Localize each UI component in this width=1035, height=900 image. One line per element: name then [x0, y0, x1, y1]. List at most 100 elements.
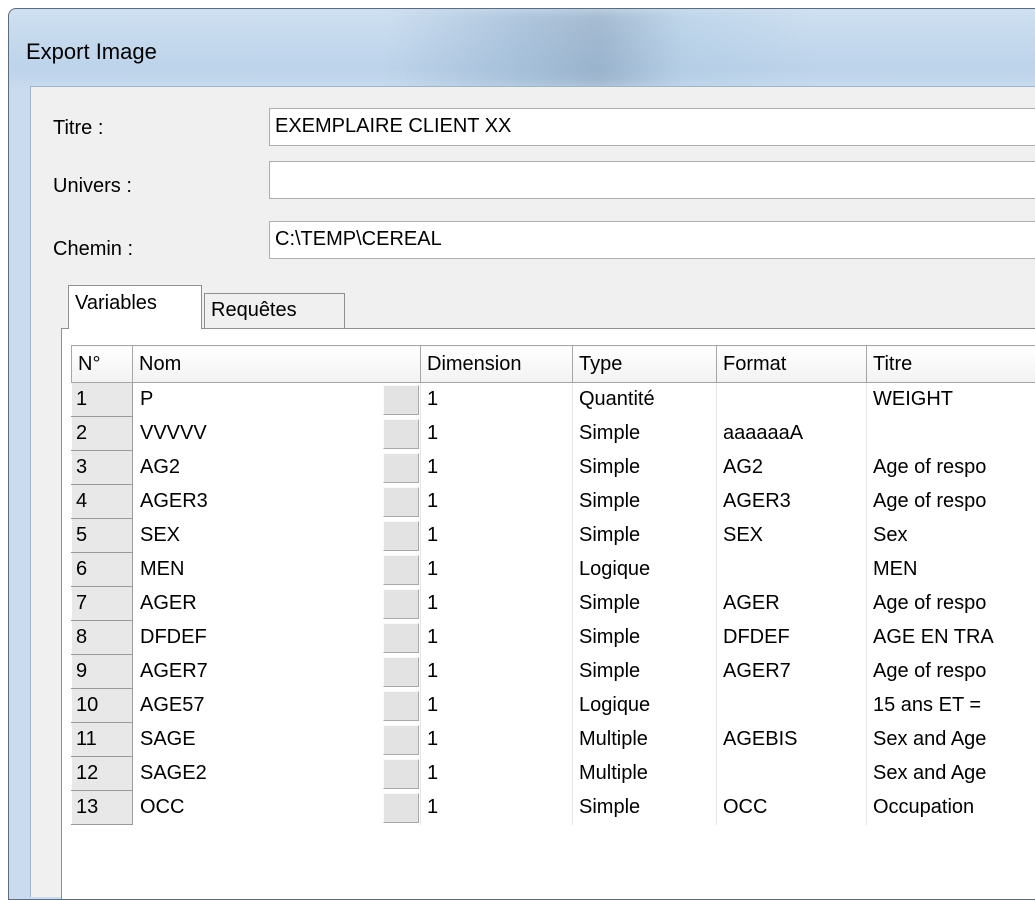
col-header-format[interactable]: Format [717, 346, 867, 383]
ellipsis-button[interactable] [383, 691, 419, 721]
dimension-cell[interactable]: 1 [421, 587, 573, 621]
row-number-cell[interactable]: 12 [72, 757, 133, 791]
dimension-cell[interactable]: 1 [421, 655, 573, 689]
type-cell[interactable]: Logique [573, 689, 717, 723]
row-number-cell[interactable]: 2 [72, 417, 133, 451]
row-number-cell[interactable]: 3 [72, 451, 133, 485]
table-row[interactable]: 8DFDEF1SimpleDFDEFAGE EN TRA [72, 621, 1035, 655]
nom-cell[interactable]: AGER7 [133, 655, 381, 689]
nom-cell[interactable]: VVVVV [133, 417, 381, 451]
row-number-cell[interactable]: 4 [72, 485, 133, 519]
titre-field[interactable]: EXEMPLAIRE CLIENT XX [269, 108, 1035, 146]
dimension-cell[interactable]: 1 [421, 689, 573, 723]
titre-cell[interactable]: Age of respo [867, 485, 1035, 519]
format-cell[interactable] [717, 689, 867, 723]
format-cell[interactable]: AG2 [717, 451, 867, 485]
table-row[interactable]: 13OCC1SimpleOCCOccupation [72, 791, 1035, 825]
table-row[interactable]: 10AGE57 1Logique 15 ans ET = [72, 689, 1035, 723]
table-row[interactable]: 6MEN1LogiqueMEN [72, 553, 1035, 587]
nom-cell[interactable]: SAGE [133, 723, 381, 757]
type-cell[interactable]: Simple [573, 791, 717, 825]
table-row[interactable]: 2VVVVV 1SimpleaaaaaaA [72, 417, 1035, 451]
dimension-cell[interactable]: 1 [421, 519, 573, 553]
type-cell[interactable]: Logique [573, 553, 717, 587]
univers-field[interactable] [269, 161, 1035, 199]
type-cell[interactable]: Simple [573, 587, 717, 621]
format-cell[interactable] [717, 383, 867, 417]
type-cell[interactable]: Simple [573, 621, 717, 655]
ellipsis-button[interactable] [383, 487, 419, 517]
table-row[interactable]: 9AGER71SimpleAGER7Age of respo [72, 655, 1035, 689]
nom-edit-button[interactable] [381, 519, 421, 553]
type-cell[interactable]: Simple [573, 485, 717, 519]
titre-cell[interactable]: MEN [867, 553, 1035, 587]
dimension-cell[interactable]: 1 [421, 723, 573, 757]
row-number-cell[interactable]: 5 [72, 519, 133, 553]
table-row[interactable]: 12SAGE21MultipleSex and Age [72, 757, 1035, 791]
tab-variables[interactable]: Variables [68, 285, 202, 329]
nom-edit-button[interactable] [381, 587, 421, 621]
titre-cell[interactable]: Age of respo [867, 587, 1035, 621]
nom-cell[interactable]: P [133, 383, 381, 417]
nom-cell[interactable]: OCC [133, 791, 381, 825]
ellipsis-button[interactable] [383, 385, 419, 415]
nom-cell[interactable]: AG2 [133, 451, 381, 485]
row-number-cell[interactable]: 7 [72, 587, 133, 621]
nom-edit-button[interactable] [381, 621, 421, 655]
dimension-cell[interactable]: 1 [421, 485, 573, 519]
format-cell[interactable]: DFDEF [717, 621, 867, 655]
type-cell[interactable]: Simple [573, 417, 717, 451]
type-cell[interactable]: Multiple [573, 723, 717, 757]
ellipsis-button[interactable] [383, 589, 419, 619]
nom-edit-button[interactable] [381, 485, 421, 519]
nom-edit-button[interactable] [381, 553, 421, 587]
row-number-cell[interactable]: 1 [72, 383, 133, 417]
ellipsis-button[interactable] [383, 725, 419, 755]
ellipsis-button[interactable] [383, 657, 419, 687]
col-header-dimension[interactable]: Dimension [421, 346, 573, 383]
row-number-cell[interactable]: 9 [72, 655, 133, 689]
row-number-cell[interactable]: 13 [72, 791, 133, 825]
nom-edit-button[interactable] [381, 757, 421, 791]
titre-cell[interactable]: Age of respo [867, 451, 1035, 485]
table-row[interactable]: 7AGER1SimpleAGERAge of respo [72, 587, 1035, 621]
dimension-cell[interactable]: 1 [421, 791, 573, 825]
nom-edit-button[interactable] [381, 451, 421, 485]
dimension-cell[interactable]: 1 [421, 417, 573, 451]
nom-cell[interactable]: AGE57 [133, 689, 381, 723]
nom-cell[interactable]: SAGE2 [133, 757, 381, 791]
row-number-cell[interactable]: 10 [72, 689, 133, 723]
titre-cell[interactable] [867, 417, 1035, 451]
nom-edit-button[interactable] [381, 689, 421, 723]
dimension-cell[interactable]: 1 [421, 383, 573, 417]
titre-cell[interactable]: AGE EN TRA [867, 621, 1035, 655]
format-cell[interactable]: AGER7 [717, 655, 867, 689]
titre-cell[interactable]: 15 ans ET = [867, 689, 1035, 723]
titre-cell[interactable]: WEIGHT [867, 383, 1035, 417]
format-cell[interactable]: aaaaaaA [717, 417, 867, 451]
nom-cell[interactable]: AGER [133, 587, 381, 621]
dimension-cell[interactable]: 1 [421, 451, 573, 485]
ellipsis-button[interactable] [383, 521, 419, 551]
titre-cell[interactable]: Sex and Age [867, 757, 1035, 791]
ellipsis-button[interactable] [383, 623, 419, 653]
ellipsis-button[interactable] [383, 419, 419, 449]
table-row[interactable]: 4AGER31SimpleAGER3Age of respo [72, 485, 1035, 519]
nom-edit-button[interactable] [381, 723, 421, 757]
nom-edit-button[interactable] [381, 417, 421, 451]
dimension-cell[interactable]: 1 [421, 757, 573, 791]
ellipsis-button[interactable] [383, 793, 419, 823]
nom-cell[interactable]: MEN [133, 553, 381, 587]
dimension-cell[interactable]: 1 [421, 553, 573, 587]
format-cell[interactable]: AGER3 [717, 485, 867, 519]
ellipsis-button[interactable] [383, 759, 419, 789]
nom-edit-button[interactable] [381, 383, 421, 417]
ellipsis-button[interactable] [383, 453, 419, 483]
format-cell[interactable]: SEX [717, 519, 867, 553]
col-header-nom[interactable]: Nom [133, 346, 421, 383]
type-cell[interactable]: Simple [573, 451, 717, 485]
col-header-type[interactable]: Type [573, 346, 717, 383]
ellipsis-button[interactable] [383, 555, 419, 585]
nom-cell[interactable]: AGER3 [133, 485, 381, 519]
nom-cell[interactable]: DFDEF [133, 621, 381, 655]
